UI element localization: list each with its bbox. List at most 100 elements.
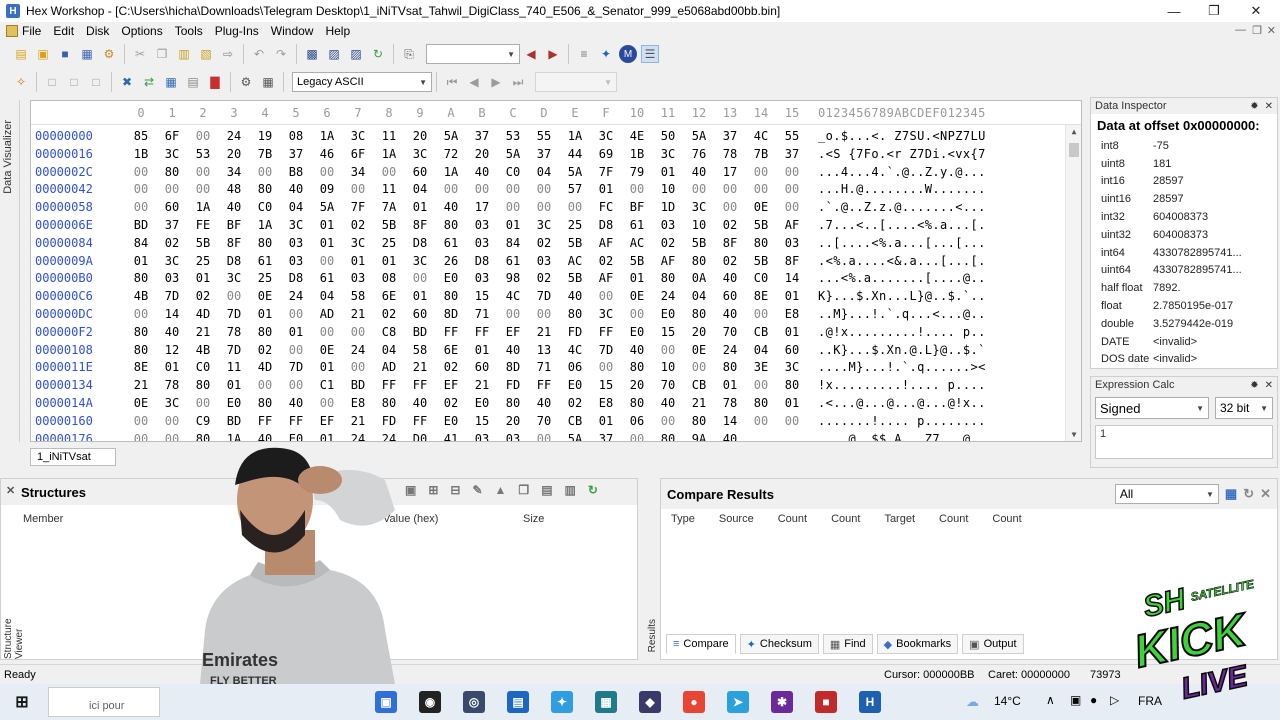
hex-byte[interactable]: E0 (469, 396, 495, 410)
hex-byte[interactable]: AF (779, 218, 805, 232)
ascii-text[interactable]: .`.@..Z.z.@.......<... (818, 200, 986, 214)
hex-byte[interactable]: 00 (624, 182, 650, 196)
hex-byte[interactable]: 01 (221, 378, 247, 392)
hex-byte[interactable]: 00 (655, 343, 681, 357)
hex-byte[interactable]: D8 (221, 254, 247, 268)
structure-viewer-tab[interactable]: Structure Viewer (3, 589, 25, 659)
hex-byte[interactable]: 00 (407, 271, 433, 285)
calculator-icon[interactable]: ▦ (259, 73, 277, 91)
hex-byte[interactable]: EF (500, 325, 526, 339)
pin-icon[interactable]: ✹ (1250, 380, 1258, 391)
copy-icon[interactable]: ❐ (153, 45, 171, 63)
hex-byte[interactable]: 02 (159, 236, 185, 250)
hex-byte[interactable]: FC (593, 200, 619, 214)
hex-byte[interactable]: 03 (469, 432, 495, 441)
hex-byte[interactable]: 01 (469, 343, 495, 357)
hex-byte[interactable]: 00 (190, 396, 216, 410)
ascii-text[interactable]: .@!x.........!.... p.. (818, 325, 986, 339)
hex-byte[interactable]: C0 (500, 165, 526, 179)
hex-byte[interactable]: 00 (531, 200, 557, 214)
hex-byte[interactable]: 8E (748, 289, 774, 303)
hex-byte[interactable]: 00 (562, 200, 588, 214)
hex-byte[interactable]: 3C (655, 147, 681, 161)
hex-byte[interactable]: 7B (252, 147, 278, 161)
column-value-hex[interactable]: Value (hex) (383, 513, 523, 525)
hex-byte[interactable]: FF (407, 414, 433, 428)
hex-byte[interactable]: 80 (562, 307, 588, 321)
hex-byte[interactable]: E0 (438, 271, 464, 285)
hex-byte[interactable]: 0E (314, 343, 340, 357)
hex-byte[interactable]: 5B (376, 218, 402, 232)
new-file-icon[interactable]: ▤ (12, 45, 30, 63)
hex-byte[interactable]: 1D (655, 200, 681, 214)
hex-byte[interactable]: 00 (469, 182, 495, 196)
hex-byte[interactable]: 11 (221, 360, 247, 374)
hex-byte[interactable]: 4B (128, 289, 154, 303)
hex-byte[interactable]: 21 (469, 378, 495, 392)
hex-byte[interactable]: 3C (407, 147, 433, 161)
hex-byte[interactable]: 02 (190, 289, 216, 303)
hex-byte[interactable]: 37 (283, 147, 309, 161)
hex-byte[interactable]: 24 (283, 289, 309, 303)
hex-byte[interactable]: 8D (500, 360, 526, 374)
column-count[interactable]: Count (831, 513, 860, 525)
hex-byte[interactable]: C8 (376, 325, 402, 339)
hex-byte[interactable]: 06 (562, 360, 588, 374)
hex-byte[interactable]: 4B (190, 343, 216, 357)
hex-byte[interactable]: 21 (407, 360, 433, 374)
ascii-text[interactable]: _o.$...<. Z7SU.<NPZ7LU (818, 129, 986, 143)
hex-byte[interactable]: 80 (252, 325, 278, 339)
hex-byte[interactable]: 37 (469, 129, 495, 143)
hex-byte[interactable]: 11 (376, 182, 402, 196)
windows-start-icon[interactable]: ⊞ (11, 691, 33, 713)
hex-byte[interactable]: 01 (779, 325, 805, 339)
column-type[interactable]: Type (671, 513, 695, 525)
hex-byte[interactable]: 00 (314, 325, 340, 339)
data-inspector-row[interactable]: DOS date <invalid> (1091, 351, 1277, 369)
hex-byte[interactable]: 04 (407, 182, 433, 196)
hex-byte[interactable]: 02 (593, 254, 619, 268)
hex-byte[interactable]: D8 (593, 218, 619, 232)
compare-icon[interactable]: ≡ (575, 45, 593, 63)
hex-byte[interactable]: 00 (283, 307, 309, 321)
hex-byte[interactable]: 13 (531, 343, 557, 357)
hex-byte[interactable]: 01 (128, 254, 154, 268)
hex-byte[interactable]: 44 (562, 147, 588, 161)
hex-byte[interactable]: 1A (562, 129, 588, 143)
hex-byte[interactable]: 80 (717, 360, 743, 374)
hex-byte[interactable]: 21 (686, 396, 712, 410)
mdi-close-icon[interactable]: ✕ (1267, 24, 1276, 37)
hex-byte[interactable]: 01 (500, 218, 526, 232)
hex-byte[interactable]: 3C (407, 254, 433, 268)
hex-byte[interactable]: 1A (314, 129, 340, 143)
hex-byte[interactable]: 03 (655, 218, 681, 232)
refresh-icon[interactable]: ↻ (369, 45, 387, 63)
hex-byte[interactable]: 60 (407, 307, 433, 321)
hex-byte[interactable]: 00 (438, 182, 464, 196)
hex-byte[interactable]: 7D (221, 343, 247, 357)
undo-icon[interactable]: ↶ (250, 45, 268, 63)
compare-close-icon[interactable]: ✕ (1260, 486, 1271, 502)
find-icon[interactable]: ▩ (303, 45, 321, 63)
hex-byte[interactable]: 40 (686, 165, 712, 179)
hex-byte[interactable]: 7B (748, 147, 774, 161)
file-tab[interactable]: 1_iNiTVsat (30, 448, 116, 466)
hex-byte[interactable]: 0E (252, 289, 278, 303)
hex-byte[interactable]: 61 (252, 254, 278, 268)
hex-byte[interactable]: 04 (376, 343, 402, 357)
bookmark-prev-icon[interactable]: ◀ (522, 45, 540, 63)
hex-byte[interactable]: AD (314, 307, 340, 321)
hex-byte[interactable]: 02 (376, 307, 402, 321)
hex-byte[interactable]: E8 (593, 396, 619, 410)
hex-byte[interactable]: 00 (593, 289, 619, 303)
hex-byte[interactable]: 3C (593, 307, 619, 321)
hex-byte[interactable]: 25 (376, 236, 402, 250)
hex-byte[interactable]: 25 (190, 254, 216, 268)
hex-byte[interactable]: 00 (686, 182, 712, 196)
save-icon[interactable]: ■ (56, 45, 74, 63)
hex-byte[interactable]: 7D (283, 360, 309, 374)
hex-byte[interactable]: 7A (376, 200, 402, 214)
hex-byte[interactable]: 00 (128, 182, 154, 196)
close-button[interactable]: ✕ (1236, 0, 1276, 22)
hex-byte[interactable]: 1A (376, 147, 402, 161)
